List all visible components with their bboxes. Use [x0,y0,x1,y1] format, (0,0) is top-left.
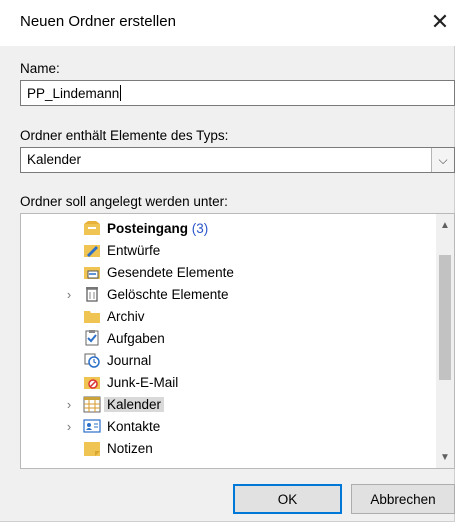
scroll-up-icon[interactable]: ▲ [436,216,454,234]
chevron-down-icon[interactable]: ⌵ [431,148,454,172]
folder-tree[interactable]: Posteingang (3) Entwürfe Gesendete Eleme… [20,213,455,469]
tree-item-label: Gelöschte Elemente [107,286,229,302]
vertical-scrollbar[interactable]: ▲ ▼ [436,214,454,468]
folder-type-value: Kalender [27,152,82,167]
tree-item-label: Junk-E-Mail [107,374,179,390]
journal-icon [84,353,100,368]
drafts-icon [84,245,100,257]
new-folder-dialog: Neuen Ordner erstellen ✕ Name: PP_Lindem… [0,0,455,522]
folder-type-select[interactable]: Kalender ⌵ [20,147,455,173]
tree-item-label: Kalender [104,396,165,412]
tree-item-label: Entwürfe [107,242,161,258]
dialog-title: Neuen Ordner erstellen [20,13,176,30]
name-input[interactable]: PP_Lindemann [20,80,455,106]
tree-item-label: Kontakte [107,418,161,434]
ok-button[interactable]: OK [233,484,342,514]
contacts-icon [83,419,101,433]
scrollbar-thumb[interactable] [439,255,451,380]
scroll-down-icon[interactable]: ▼ [436,448,454,466]
text-caret [120,85,122,101]
tree-item-label: Posteingang (3) [107,220,209,236]
unread-count: (3) [191,220,209,236]
parent-folder-label: Ordner soll angelegt werden unter: [20,194,228,209]
junk-mail-icon [84,377,100,389]
cancel-button[interactable]: Abbrechen [351,484,455,514]
tree-item-label: Archiv [107,308,145,324]
trash-icon [86,287,98,302]
tree-item-label: Journal [107,352,152,368]
tree-item-label: Gesendete Elemente [107,264,234,280]
tree-item-label: Notizen [107,440,153,456]
sent-items-icon [84,267,100,279]
inbox-icon [84,221,100,235]
chevron-right-icon[interactable]: › [63,419,75,434]
tasks-icon [85,330,99,346]
name-label: Name: [20,61,60,76]
tree-item-label: Aufgaben [107,330,165,346]
folder-icon [84,311,100,323]
name-input-value: PP_Lindemann [27,86,120,101]
type-label: Ordner enthält Elemente des Typs: [20,128,229,143]
calendar-icon [83,396,101,413]
notes-icon [84,442,100,456]
chevron-right-icon[interactable]: › [63,287,75,302]
title-bar: Neuen Ordner erstellen ✕ [0,0,455,46]
chevron-right-icon[interactable]: › [63,397,75,412]
close-icon[interactable]: ✕ [426,8,454,36]
